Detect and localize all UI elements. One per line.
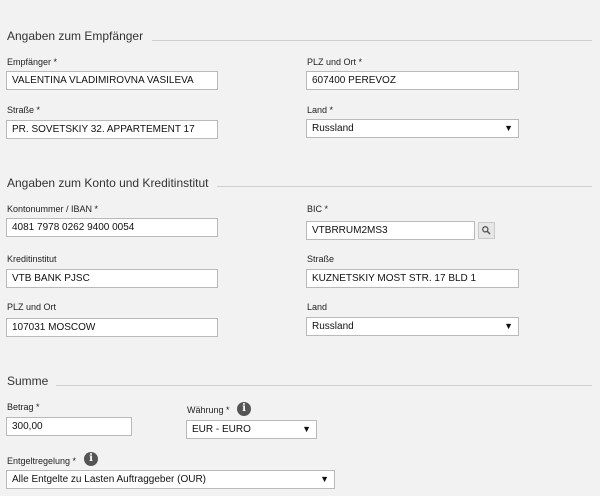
fee-label: Entgeltregelung *	[7, 456, 77, 466]
bank-country-label: Land	[307, 302, 328, 312]
section-divider	[152, 40, 592, 41]
recipient-country-label: Land *	[307, 105, 334, 115]
chevron-down-icon: ▼	[504, 123, 513, 133]
section-title-bank: Angaben zum Konto und Kreditinstitut	[7, 176, 209, 190]
bank-country-value: Russland	[312, 321, 354, 332]
bank-plz-input[interactable]	[6, 318, 218, 337]
bank-street-input[interactable]	[306, 269, 519, 288]
recipient-street-input[interactable]	[6, 120, 218, 139]
recipient-name-input[interactable]	[6, 71, 218, 90]
search-icon	[482, 226, 491, 235]
amount-label: Betrag *	[7, 402, 40, 412]
recipient-name-label: Empfänger *	[7, 57, 58, 67]
institute-input[interactable]	[6, 269, 218, 288]
recipient-plz-input[interactable]	[306, 71, 519, 90]
bank-country-select[interactable]: Russland ▼	[306, 317, 519, 336]
chevron-down-icon: ▼	[320, 474, 329, 484]
section-title-recipient: Angaben zum Empfänger	[7, 29, 144, 43]
amount-input[interactable]	[6, 417, 132, 436]
recipient-country-select[interactable]: Russland ▼	[306, 119, 519, 138]
recipient-street-label: Straße *	[7, 105, 41, 115]
section-divider	[56, 385, 592, 386]
fee-select[interactable]: Alle Entgelte zu Lasten Auftraggeber (OU…	[6, 470, 335, 489]
bic-input[interactable]	[306, 221, 475, 240]
bank-street-label: Straße	[307, 254, 335, 264]
institute-label: Kreditinstitut	[7, 254, 57, 264]
currency-select[interactable]: EUR - EURO ▼	[186, 420, 317, 439]
info-icon[interactable]: i	[84, 452, 98, 466]
currency-value: EUR - EURO	[192, 424, 251, 435]
recipient-country-value: Russland	[312, 123, 354, 134]
iban-input[interactable]	[6, 218, 218, 237]
recipient-plz-label: PLZ und Ort *	[307, 57, 363, 67]
iban-label: Kontonummer / IBAN *	[7, 204, 99, 214]
bic-search-button[interactable]	[478, 222, 495, 239]
chevron-down-icon: ▼	[504, 321, 513, 331]
section-title-sum: Summe	[7, 374, 49, 388]
fee-value: Alle Entgelte zu Lasten Auftraggeber (OU…	[12, 474, 206, 485]
chevron-down-icon: ▼	[302, 424, 311, 434]
section-divider	[217, 186, 592, 187]
info-icon[interactable]: i	[237, 402, 251, 416]
bank-plz-label: PLZ und Ort	[7, 302, 57, 312]
currency-label: Währung *	[187, 405, 230, 415]
bic-label: BIC *	[307, 204, 329, 214]
